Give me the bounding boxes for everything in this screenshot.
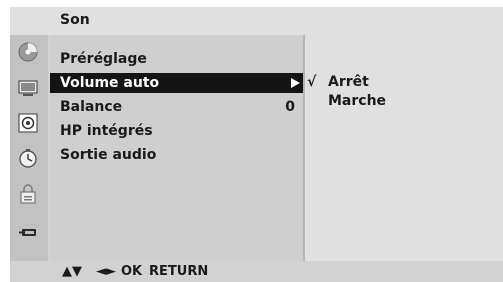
menu-item-label: Volume auto bbox=[60, 75, 160, 91]
menu-item-audio-output[interactable]: Sortie audio bbox=[50, 145, 303, 165]
menu-item-label: Balance bbox=[60, 99, 123, 115]
menu-item-label: Sortie audio bbox=[60, 147, 157, 163]
ok-hint: OK bbox=[121, 264, 143, 279]
title-bar: Son bbox=[10, 7, 503, 35]
category-icon-column bbox=[10, 35, 48, 261]
submenu-option-off[interactable]: Arrêt bbox=[328, 74, 369, 90]
menu-item-preset[interactable]: Préréglage bbox=[50, 49, 303, 69]
menu-item-auto-volume[interactable]: Volume auto bbox=[50, 73, 303, 93]
lock-icon[interactable] bbox=[17, 183, 39, 205]
input-icon[interactable] bbox=[17, 221, 39, 243]
balance-value: 0 bbox=[285, 99, 295, 115]
osd-window: Son Préréglage Volume auto Balance 0 HP … bbox=[10, 7, 503, 282]
clock-icon[interactable] bbox=[17, 147, 39, 169]
submenu-option-on[interactable]: Marche bbox=[328, 93, 386, 109]
navigation-hint-bar: ▲▼ ◄► OK RETURN bbox=[10, 261, 503, 282]
up-down-arrows-icon: ▲▼ bbox=[62, 264, 82, 279]
menu-title: Son bbox=[60, 12, 90, 28]
menu-item-balance[interactable]: Balance 0 bbox=[50, 97, 303, 117]
sound-menu-list: Préréglage Volume auto Balance 0 HP inté… bbox=[50, 35, 303, 261]
arrow-right-icon bbox=[291, 78, 300, 88]
check-icon: √ bbox=[307, 74, 317, 90]
picture-icon[interactable] bbox=[17, 41, 39, 63]
screen-icon[interactable] bbox=[17, 77, 39, 99]
left-right-arrows-icon: ◄► bbox=[96, 264, 116, 279]
speaker-icon[interactable] bbox=[17, 112, 39, 134]
menu-item-label: Préréglage bbox=[60, 51, 147, 67]
return-hint: RETURN bbox=[149, 264, 209, 279]
auto-volume-submenu bbox=[305, 35, 503, 261]
menu-item-built-in-speakers[interactable]: HP intégrés bbox=[50, 121, 303, 141]
menu-item-label: HP intégrés bbox=[60, 123, 153, 139]
